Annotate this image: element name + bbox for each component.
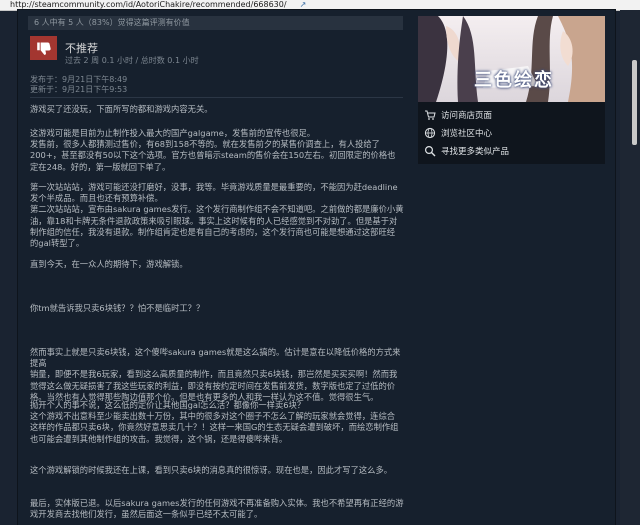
- thumbs-down-icon: [36, 42, 51, 55]
- review-paragraph: 第一次站站站，游戏可能还没打磨好，没事，我等。毕竟游戏质量是最重要的，不能因为赶…: [30, 182, 404, 249]
- scrollbar-thumb[interactable]: [632, 60, 637, 145]
- browse-community-link[interactable]: 浏览社区中心: [424, 126, 492, 140]
- search-icon: [424, 145, 436, 157]
- review-paragraph: 这游戏可能是目前为止制作投入最大的国产galgame，发售前的宣传也很足。 发售…: [30, 128, 396, 172]
- cart-icon: [425, 110, 436, 120]
- review-paragraph: 抛开个人的事不说，这么低的定价让其他国gal怎么活？都像你一样卖6块？ 这个游戏…: [30, 400, 399, 444]
- url-text[interactable]: http://steamcommunity.com/id/AotoriChaki…: [0, 0, 287, 9]
- find-similar-link[interactable]: 寻找更多类似产品: [424, 144, 509, 158]
- updated-date: 更新于：9月21日下午9:53: [30, 85, 128, 94]
- review-paragraph: 直到今天，在一众人的期待下，游戏解锁。: [30, 259, 188, 269]
- scrollbar-track[interactable]: [620, 10, 640, 525]
- review-paragraph: 游戏买了还没玩，下面所写的都和游戏内容无关。: [30, 104, 213, 114]
- helpful-count: 6 人中有 5 人（83%）觉得这篇评测有价值: [28, 16, 403, 30]
- review-paragraph: 这个游戏解锁的时候我还在上课，看到只卖6块的消息真的很惊讶。现在也是，因此才写了…: [30, 465, 393, 475]
- game-logo: 三色绘恋: [474, 70, 554, 91]
- review-paragraph: 最后，实体版已退。以后sakura games发行的任何游戏不再准备购入实体。我…: [30, 498, 404, 520]
- visit-store-link[interactable]: 访问商店页面: [424, 108, 492, 122]
- playtime: 过去 2 周 0.1 小时 / 总时数 0.1 小时: [65, 56, 199, 65]
- external-link-icon[interactable]: ↗: [290, 0, 307, 9]
- thumbs-down-badge: [30, 36, 57, 60]
- review-paragraph: 然而事实上就是只卖6块钱，这个傻哔sakura games就是这么搞的。估计是意…: [30, 347, 401, 402]
- review-paragraph: 你tm就告诉我只卖6块钱？？怕不是临时工？？: [30, 303, 205, 313]
- review-verdict: 不推荐: [65, 42, 98, 55]
- divider: [30, 97, 403, 98]
- globe-icon: [424, 127, 436, 139]
- game-header-image[interactable]: 三色绘恋: [418, 16, 605, 102]
